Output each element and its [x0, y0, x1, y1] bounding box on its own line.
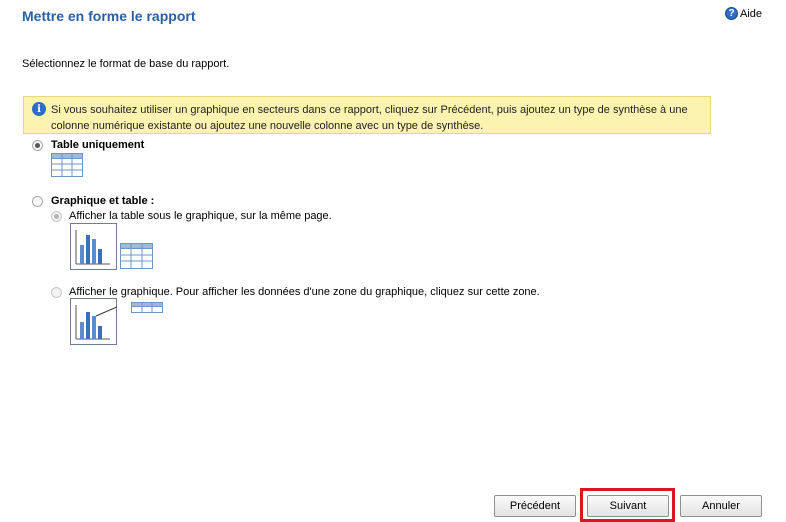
help-label: Aide — [740, 7, 763, 20]
chart-icon — [70, 223, 117, 270]
page-title: Mettre en forme le rapport — [22, 8, 196, 24]
previous-button[interactable]: Précédent — [494, 495, 576, 517]
option-chart-only-label: Afficher le graphique. Pour afficher les… — [69, 286, 540, 298]
next-button[interactable]: Suivant — [587, 495, 669, 517]
help-icon: ? — [725, 7, 738, 20]
radio-table-only[interactable] — [32, 140, 43, 151]
table-icon — [51, 153, 83, 177]
info-icon: i — [32, 102, 46, 116]
option-table-under-chart-label: Afficher la table sous le graphique, sur… — [69, 210, 332, 222]
radio-chart-and-table[interactable] — [32, 196, 43, 207]
radio-table-under-chart[interactable] — [51, 211, 62, 222]
chart-icon — [70, 298, 117, 345]
cancel-button[interactable]: Annuler — [680, 495, 762, 517]
help-link[interactable]: ? Aide — [725, 7, 762, 20]
info-text: Si vous souhaitez utiliser un graphique … — [51, 104, 688, 132]
info-banner: i Si vous souhaitez utiliser un graphiqu… — [23, 96, 711, 134]
radio-chart-only[interactable] — [51, 287, 62, 298]
table-icon — [120, 243, 153, 269]
option-chart-and-table-label: Graphique et table : — [51, 195, 155, 207]
subtitle: Sélectionnez le format de base du rappor… — [22, 58, 230, 70]
option-table-only-label: Table uniquement — [51, 139, 145, 151]
table-icon — [131, 302, 163, 313]
